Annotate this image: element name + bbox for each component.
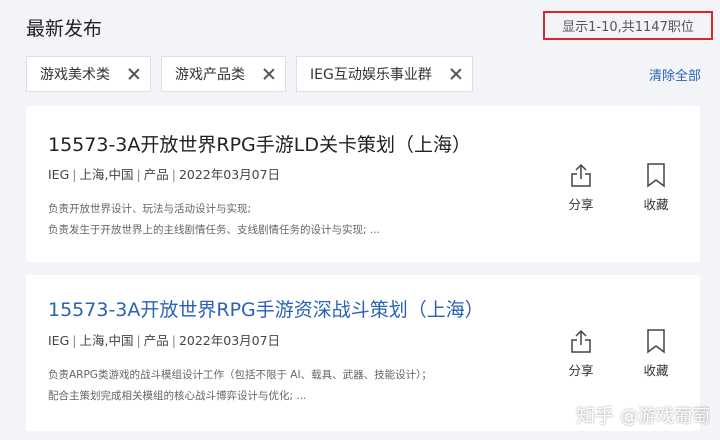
share-button[interactable]: 分享 xyxy=(561,162,601,213)
page-header: 最新发布 显示1-10,共1147职位 xyxy=(0,0,720,52)
job-date: 2022年03月07日 xyxy=(178,167,281,182)
bookmark-icon xyxy=(647,163,665,188)
filter-chip-product[interactable]: 游戏产品类 xyxy=(161,56,286,92)
share-label: 分享 xyxy=(568,197,594,212)
job-date: 2022年03月07日 xyxy=(178,333,281,348)
job-location: 上海,中国 xyxy=(79,167,134,182)
close-icon[interactable] xyxy=(263,68,275,80)
filter-chip-label: 游戏产品类 xyxy=(175,67,245,83)
watermark-brand: 知乎 xyxy=(575,405,614,427)
job-description: 负责ARPG类游戏的战斗模组设计工作（包括不限于 AI、载具、武器、技能设计）；… xyxy=(48,365,432,407)
result-count: 显示1-10,共1147职位 xyxy=(543,11,713,40)
filter-chips: 游戏美术类 游戏产品类 IEG互动娱乐事业群 xyxy=(26,56,473,92)
collect-button[interactable]: 收藏 xyxy=(636,328,676,379)
close-icon[interactable] xyxy=(128,68,140,80)
job-desc-line: 负责ARPG类游戏的战斗模组设计工作（包括不限于 AI、载具、武器、技能设计）； xyxy=(48,369,432,381)
clear-all-link[interactable]: 清除全部 xyxy=(649,65,701,84)
close-icon[interactable] xyxy=(450,68,462,80)
job-meta: IEG | 上海,中国 | 产品 | 2022年03月07日 xyxy=(48,333,281,348)
job-title[interactable]: 15573-3A开放世界RPG手游资深战斗策划（上海） xyxy=(48,295,484,322)
filter-chip-label: 游戏美术类 xyxy=(40,67,110,83)
share-label: 分享 xyxy=(568,363,594,378)
collect-label: 收藏 xyxy=(643,363,669,378)
share-icon xyxy=(571,329,591,353)
watermark: 知乎 @游戏葡萄 xyxy=(576,401,710,428)
collect-button[interactable]: 收藏 xyxy=(636,162,676,213)
share-icon xyxy=(571,163,591,187)
job-desc-line: 负责开放世界设计、玩法与活动设计与实现; xyxy=(48,203,252,215)
page-title: 最新发布 xyxy=(26,18,103,40)
filter-chip-art[interactable]: 游戏美术类 xyxy=(26,56,151,92)
job-meta: IEG | 上海,中国 | 产品 | 2022年03月07日 xyxy=(48,167,281,182)
job-title[interactable]: 15573-3A开放世界RPG手游LD关卡策划（上海） xyxy=(48,130,471,157)
job-bg: IEG xyxy=(48,333,70,348)
job-desc-line: 配合主策划完成相关模组的核心战斗博弈设计与优化; ... xyxy=(48,390,307,402)
filter-chip-ieg[interactable]: IEG互动娱乐事业群 xyxy=(296,56,473,92)
filter-chip-label: IEG互动娱乐事业群 xyxy=(310,67,432,83)
job-category: 产品 xyxy=(143,167,169,182)
collect-label: 收藏 xyxy=(643,197,669,212)
job-bg: IEG xyxy=(48,167,70,182)
job-card[interactable]: 15573-3A开放世界RPG手游LD关卡策划（上海） IEG | 上海,中国 | 产品… xyxy=(26,106,700,262)
job-location: 上海,中国 xyxy=(79,333,134,348)
job-description: 负责开放世界设计、玩法与活动设计与实现; 负责发生于开放世界上的主线剧情任务、支… xyxy=(48,199,380,241)
watermark-author: @游戏葡萄 xyxy=(620,405,710,427)
job-desc-line: 负责发生于开放世界上的主线剧情任务、支线剧情任务的设计与实现; ... xyxy=(48,224,380,236)
bookmark-icon xyxy=(647,329,665,354)
job-category: 产品 xyxy=(143,333,169,348)
share-button[interactable]: 分享 xyxy=(561,328,601,379)
